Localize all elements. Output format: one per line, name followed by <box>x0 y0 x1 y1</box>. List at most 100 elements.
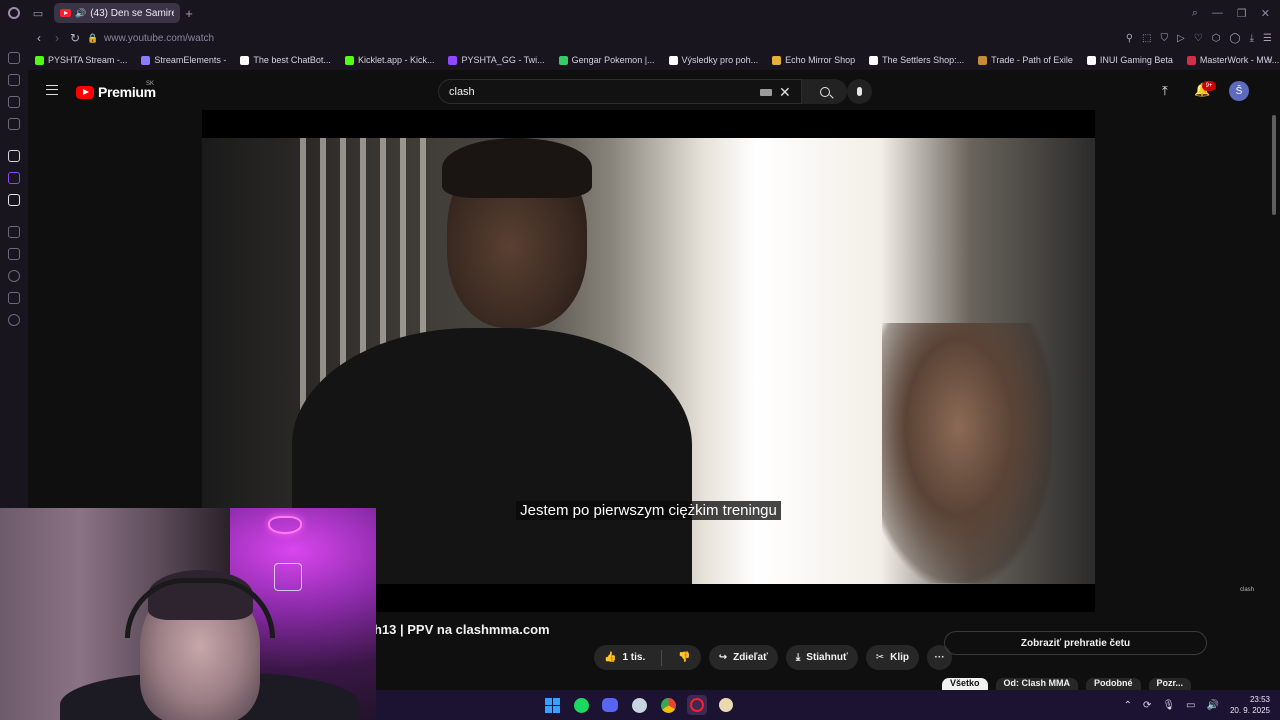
voice-search-button[interactable] <box>847 79 872 104</box>
bookmark-item[interactable]: PYSHTA_GG - Twi... <box>441 55 551 65</box>
search-icon <box>819 86 830 97</box>
clip-button[interactable]: ✂ Klip <box>865 645 920 670</box>
dislike-button[interactable]: 👎 <box>668 645 700 670</box>
clear-search-icon[interactable]: ✕ <box>779 84 791 101</box>
thumbs-up-icon: 👍 <box>604 652 617 663</box>
player-icon[interactable]: ▷ <box>1177 33 1185 44</box>
bookmark-label: StreamElements - <box>154 55 227 65</box>
sidebar-twitch-icon[interactable] <box>8 172 20 184</box>
tab-youtube[interactable]: 🔊 (43) Den se Samirem <box>54 3 180 23</box>
bookmarks-overflow-icon[interactable]: » <box>1267 55 1272 65</box>
lock-icon[interactable]: 🔒 <box>84 33 102 44</box>
sidebar-kick-icon[interactable] <box>8 150 20 162</box>
bookmark-item[interactable]: Kicklet.app - Kick... <box>338 55 442 65</box>
tray-overflow-icon[interactable]: ⌃ <box>1124 700 1132 711</box>
sidebar-settings-icon[interactable] <box>8 314 20 326</box>
spotify-icon[interactable] <box>571 695 591 715</box>
share-label: Zdieľať <box>733 652 768 663</box>
search-box: ✕ <box>438 79 847 104</box>
bookmark-favicon-icon <box>978 55 988 65</box>
bookmark-item[interactable]: StreamElements - <box>134 55 233 65</box>
snapshot-icon[interactable]: ⬚ <box>1142 33 1151 44</box>
sidebar-messenger-icon[interactable] <box>8 96 20 108</box>
forward-button[interactable]: › <box>48 31 66 45</box>
shield-icon[interactable]: ⛉ <box>1161 33 1169 44</box>
mic-tray-icon[interactable]: 🎙 <box>1162 700 1175 711</box>
minimize-button[interactable]: — <box>1212 7 1223 19</box>
search-tabs-icon[interactable]: ⌕ <box>1192 7 1198 20</box>
download-arrow-icon: ⤓ <box>795 652 801 663</box>
reload-button[interactable]: ↻ <box>66 31 84 45</box>
divider <box>661 649 663 666</box>
bookmark-label: The Settlers Shop:... <box>882 55 965 65</box>
opera-taskbar-icon[interactable] <box>687 695 707 715</box>
thumbs-down-icon: 👎 <box>678 652 691 663</box>
back-button[interactable]: ‹ <box>30 31 48 45</box>
pin-icon[interactable]: ⚲ <box>1126 33 1133 44</box>
scissors-icon: ✂ <box>875 652 885 663</box>
volume-icon[interactable]: 🔊 <box>1207 700 1219 711</box>
sidebar-history-icon[interactable] <box>8 270 20 282</box>
bookmark-item[interactable]: MasterWork - MW... <box>1180 55 1280 65</box>
address-bar-row: ‹ › ↻ 🔒 www.youtube.com/watch ⚲ ⬚ ⛉ ▷ ♡ … <box>0 26 1280 50</box>
search-input[interactable] <box>439 85 739 98</box>
window-controls: ⌕ — ❐ ✕ <box>1192 0 1280 26</box>
sidebar-workspaces-icon[interactable] <box>8 74 20 86</box>
bookmark-item[interactable]: PYSHTA Stream -... <box>28 55 134 65</box>
steam-icon[interactable] <box>629 695 649 715</box>
bookmark-item[interactable]: Echo Mirror Shop <box>765 55 862 65</box>
sidebar-bookmarks-icon[interactable] <box>8 248 20 260</box>
speaker-icon[interactable]: 🔊 <box>75 8 86 19</box>
address-bar-actions: ⚲ ⬚ ⛉ ▷ ♡ ⬡ ◯ ⤓ ☰ <box>1126 26 1272 50</box>
heart-icon[interactable]: ♡ <box>1194 33 1203 44</box>
profile-icon[interactable]: ◯ <box>1229 33 1240 44</box>
channel-watermark[interactable]: clash <box>1240 587 1254 593</box>
background-people <box>882 323 1052 583</box>
new-tab-button[interactable]: + <box>180 6 198 21</box>
bookmark-favicon-icon <box>344 55 354 65</box>
share-button[interactable]: ↪ Zdieľať <box>708 645 778 670</box>
url-field[interactable]: www.youtube.com/watch <box>104 33 214 44</box>
bookmark-item[interactable]: The Settlers Shop:... <box>862 55 971 65</box>
menu-icon[interactable] <box>46 85 58 95</box>
bookmark-item[interactable]: Výsledky pro poh... <box>662 55 766 65</box>
discord-icon[interactable] <box>600 695 620 715</box>
search-button[interactable] <box>801 79 847 104</box>
sidebar-aria-icon[interactable] <box>8 52 20 64</box>
bookmark-item[interactable]: The best ChatBot... <box>233 55 338 65</box>
download-button[interactable]: ⤓ Stiahnuť <box>785 645 858 670</box>
chat-replay-button[interactable]: Zobraziť prehratie četu <box>944 631 1207 655</box>
bookmark-item[interactable]: Gengar Pokemon |... <box>552 55 662 65</box>
like-button[interactable]: 👍 1 tis. <box>594 645 655 670</box>
avatar[interactable]: Š <box>1229 81 1249 101</box>
opera-menu-icon[interactable] <box>0 0 28 26</box>
update-icon[interactable]: ⟳ <box>1143 700 1151 711</box>
upload-icon[interactable]: ⤒ <box>1162 83 1168 99</box>
maximize-button[interactable]: ❐ <box>1237 7 1247 20</box>
keyboard-icon[interactable] <box>760 89 772 96</box>
webcam-overlay <box>0 508 376 720</box>
tab-islands-icon[interactable]: ▭ <box>28 3 48 23</box>
chrome-icon[interactable] <box>658 695 678 715</box>
page-scrollbar[interactable] <box>1272 115 1276 215</box>
bookmark-label: Echo Mirror Shop <box>785 55 856 65</box>
obs-icon[interactable] <box>716 695 736 715</box>
sidebar-player-icon[interactable] <box>8 226 20 238</box>
speaker-hair <box>442 138 592 198</box>
bookmark-item[interactable]: Trade - Path of Exile <box>971 55 1080 65</box>
close-window-button[interactable]: ✕ <box>1261 7 1270 20</box>
clock[interactable]: 23:53 20. 9. 2025 <box>1230 694 1270 716</box>
sidebar-media-icon[interactable] <box>8 118 20 130</box>
like-dislike-group: 👍 1 tis. 👎 <box>594 645 701 670</box>
sidebar-x-icon[interactable] <box>8 194 20 206</box>
bookmark-favicon-icon <box>772 55 782 65</box>
display-icon[interactable]: ▭ <box>1186 700 1195 711</box>
extensions-icon[interactable]: ⬡ <box>1212 33 1221 44</box>
download-icon[interactable]: ⤓ <box>1250 33 1254 44</box>
start-button[interactable] <box>542 695 562 715</box>
bookmark-item[interactable]: INUI Gaming Beta <box>1080 55 1180 65</box>
youtube-logo[interactable]: Premium <box>76 84 156 100</box>
sidebar-extensions-icon[interactable] <box>8 292 20 304</box>
bookmark-favicon-icon <box>1086 55 1096 65</box>
easy-setup-icon[interactable]: ☰ <box>1263 33 1272 44</box>
